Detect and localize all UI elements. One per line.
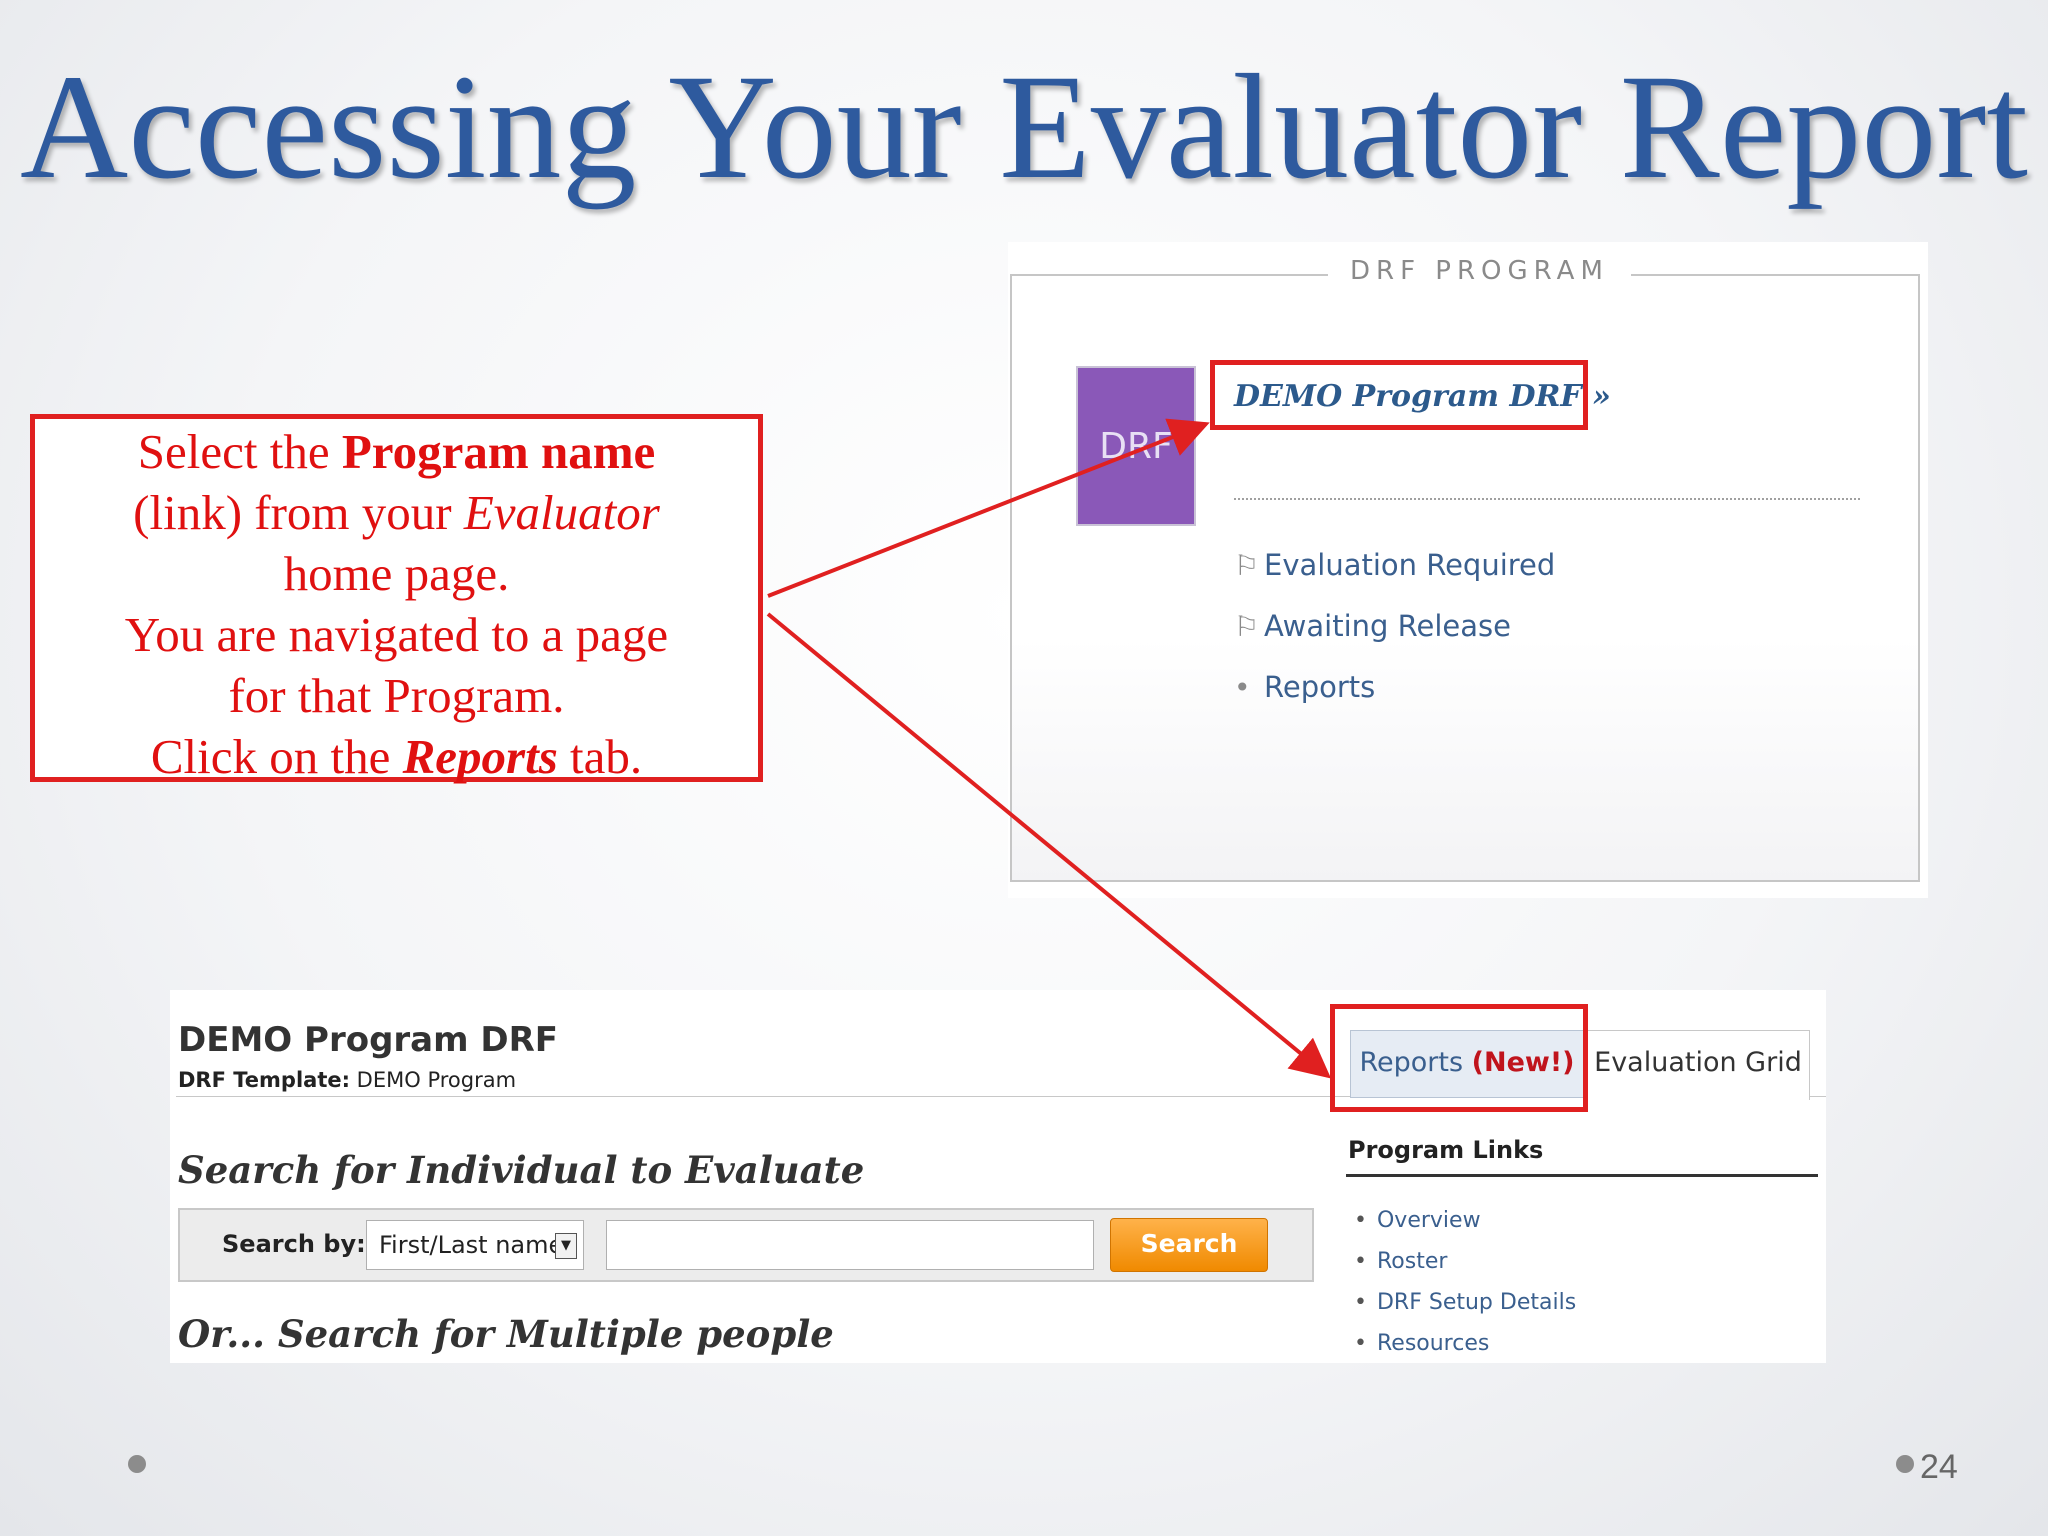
arrow-to-program-link (767, 418, 1210, 598)
callout-arrows (766, 418, 1332, 1079)
footer-bullet-right (1896, 1455, 1914, 1473)
arrow-to-reports-tab (766, 612, 1332, 1079)
footer-bullet-left (128, 1455, 146, 1473)
page-number: 24 (1920, 1448, 1958, 1486)
